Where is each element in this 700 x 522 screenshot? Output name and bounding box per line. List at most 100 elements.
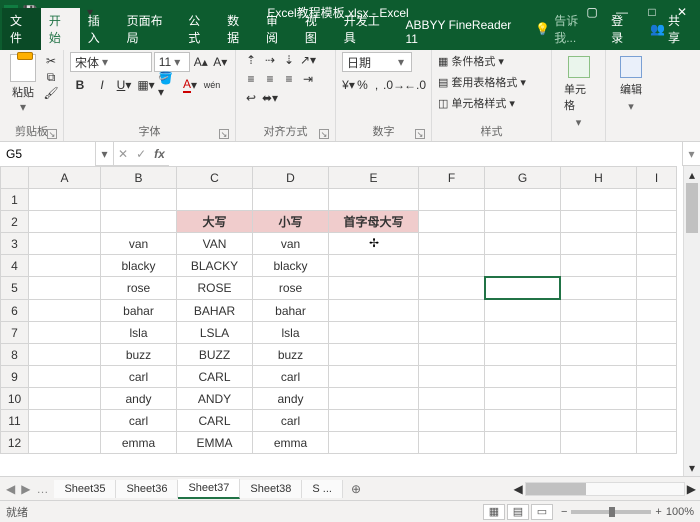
tell-me[interactable]: 💡告诉我... xyxy=(529,8,603,50)
row-header[interactable]: 10 xyxy=(1,388,29,410)
active-cell[interactable] xyxy=(485,277,560,299)
fx-icon[interactable]: fx xyxy=(150,147,169,161)
tab-next-icon[interactable]: ▶ xyxy=(21,482,30,496)
share-button[interactable]: 👥共享 xyxy=(642,8,698,50)
cell[interactable]: lsla xyxy=(253,322,329,344)
cell[interactable]: buzz xyxy=(101,344,177,366)
sheet-tab[interactable]: Sheet36 xyxy=(116,480,178,498)
cell[interactable]: carl xyxy=(253,410,329,432)
col-header[interactable]: F xyxy=(419,167,485,189)
font-color-icon[interactable]: A▾ xyxy=(180,75,200,95)
increase-decimal-icon[interactable]: .0→ xyxy=(384,75,404,95)
row-header[interactable]: 8 xyxy=(1,344,29,366)
row-header[interactable]: 9 xyxy=(1,366,29,388)
wrap-text-icon[interactable]: ↩ xyxy=(242,90,260,106)
format-as-table-button[interactable]: ▤套用表格格式▾ xyxy=(438,73,545,91)
row-header[interactable]: 3 xyxy=(1,233,29,255)
tab-file[interactable]: 文件 xyxy=(2,8,41,50)
cell[interactable]: buzz xyxy=(253,344,329,366)
cell[interactable]: LSLA xyxy=(177,322,253,344)
tab-abbyy[interactable]: ABBYY FineReader 11 xyxy=(397,14,529,50)
align-center-icon[interactable]: ≡ xyxy=(261,71,279,87)
dialog-launcher-icon[interactable]: ↘ xyxy=(415,129,425,139)
name-box-dropdown-icon[interactable]: ▾ xyxy=(96,142,114,165)
cell[interactable] xyxy=(329,233,419,255)
tab-review[interactable]: 审阅 xyxy=(258,8,297,50)
scroll-down-icon[interactable]: ▾ xyxy=(684,459,700,476)
paste-button[interactable]: 粘贴 ▾ xyxy=(6,52,40,121)
row-header[interactable]: 5 xyxy=(1,277,29,300)
dialog-launcher-icon[interactable]: ↘ xyxy=(219,129,229,139)
zoom-level[interactable]: 100% xyxy=(666,506,694,518)
sheet-tab[interactable]: Sheet37 xyxy=(178,479,240,499)
enter-fx-icon[interactable]: ✓ xyxy=(136,147,146,161)
row-header[interactable]: 7 xyxy=(1,322,29,344)
page-layout-view-icon[interactable]: ▤ xyxy=(507,504,529,520)
tab-layout[interactable]: 页面布局 xyxy=(119,8,181,50)
chevron-down-icon[interactable]: ▾ xyxy=(17,100,29,114)
col-header[interactable]: G xyxy=(485,167,561,189)
col-header[interactable]: H xyxy=(561,167,637,189)
align-left-icon[interactable]: ≡ xyxy=(242,71,260,87)
cell[interactable]: CARL xyxy=(177,366,253,388)
currency-icon[interactable]: ¥▾ xyxy=(342,75,355,95)
cell[interactable]: carl xyxy=(101,410,177,432)
cell[interactable]: VAN xyxy=(177,233,253,255)
percent-icon[interactable]: % xyxy=(356,75,369,95)
comma-icon[interactable]: , xyxy=(370,75,383,95)
cell[interactable]: blacky xyxy=(253,255,329,277)
select-all-corner[interactable] xyxy=(1,167,29,189)
vertical-scrollbar[interactable]: ▴ ▾ xyxy=(683,166,700,476)
row-header[interactable]: 1 xyxy=(1,189,29,211)
cell[interactable]: BAHAR xyxy=(177,300,253,322)
cell[interactable]: bahar xyxy=(101,300,177,322)
decrease-font-icon[interactable]: A▾ xyxy=(212,52,230,72)
indent-icon[interactable]: ⇥ xyxy=(299,71,317,87)
zoom-out-icon[interactable]: − xyxy=(561,506,567,518)
cell[interactable]: emma xyxy=(253,432,329,454)
cell[interactable]: van xyxy=(253,233,329,255)
scroll-thumb[interactable] xyxy=(686,183,698,233)
copy-icon[interactable]: ⧉ xyxy=(43,70,59,84)
name-box[interactable] xyxy=(0,142,96,166)
cell[interactable]: andy xyxy=(253,388,329,410)
editing-button[interactable]: 编辑 ▾ xyxy=(612,52,650,137)
cell[interactable]: 小写 xyxy=(253,211,329,233)
bold-icon[interactable]: B xyxy=(70,75,90,95)
col-header[interactable]: A xyxy=(29,167,101,189)
phonetic-icon[interactable]: wén xyxy=(202,75,222,95)
col-header[interactable]: E xyxy=(329,167,419,189)
row-header[interactable]: 12 xyxy=(1,432,29,454)
cell[interactable]: 大写 xyxy=(177,211,253,233)
merge-icon[interactable]: ⬌▾ xyxy=(261,90,279,106)
tab-list-icon[interactable]: … xyxy=(36,482,48,496)
align-bottom-icon[interactable]: ⇣ xyxy=(280,52,298,68)
tab-dev[interactable]: 开发工具 xyxy=(336,8,398,50)
align-middle-icon[interactable]: ⇢ xyxy=(261,52,279,68)
cell[interactable]: carl xyxy=(253,366,329,388)
font-size-select[interactable]: 11▾ xyxy=(154,52,190,72)
cut-icon[interactable]: ✂ xyxy=(43,54,59,68)
cell[interactable]: BUZZ xyxy=(177,344,253,366)
cell[interactable]: 首字母大写 xyxy=(329,211,419,233)
cell[interactable]: van xyxy=(101,233,177,255)
cell[interactable]: bahar xyxy=(253,300,329,322)
scroll-thumb[interactable] xyxy=(526,483,586,495)
cell[interactable]: rose xyxy=(253,277,329,300)
expand-formula-bar-icon[interactable]: ▾ xyxy=(682,142,700,165)
align-right-icon[interactable]: ≡ xyxy=(280,71,298,87)
row-header[interactable]: 6 xyxy=(1,300,29,322)
sheet-tab[interactable]: Sheet38 xyxy=(240,480,302,498)
align-top-icon[interactable]: ⇡ xyxy=(242,52,260,68)
row-header[interactable]: 2 xyxy=(1,211,29,233)
spreadsheet-grid[interactable]: A B C D E F G H I 1 2 大写 小写 首字母大写 3 van … xyxy=(0,166,677,454)
hscroll-left-icon[interactable]: ◀ xyxy=(514,482,523,496)
scroll-up-icon[interactable]: ▴ xyxy=(684,166,700,183)
zoom-in-icon[interactable]: + xyxy=(655,506,661,518)
number-format-select[interactable]: 日期▾ xyxy=(342,52,412,72)
normal-view-icon[interactable]: ▦ xyxy=(483,504,505,520)
format-painter-icon[interactable]: 🖌 xyxy=(43,86,59,100)
new-sheet-icon[interactable]: ⊕ xyxy=(343,482,369,496)
cell[interactable]: EMMA xyxy=(177,432,253,454)
conditional-format-button[interactable]: ▦条件格式▾ xyxy=(438,52,545,70)
